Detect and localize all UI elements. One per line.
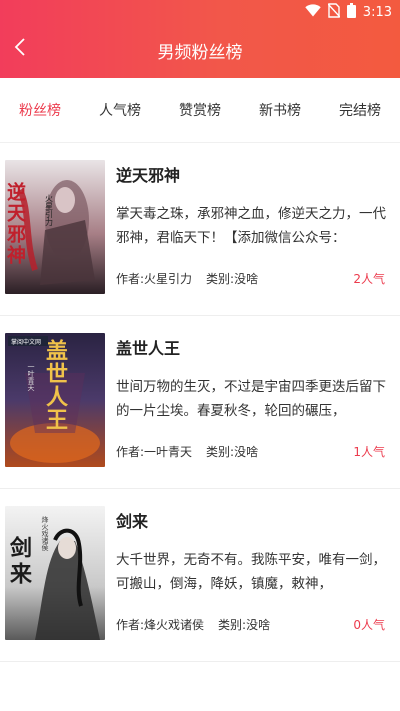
book-description: 掌天毒之珠，承邪神之血，修逆天之力，一代邪神，君临天下！【添加微信公众号：: [116, 206, 386, 246]
book-item[interactable]: 逆天邪神 火星引力 逆天邪神 掌天毒之珠，承邪神之血，修逆天之力，一代邪神，君临…: [0, 143, 400, 316]
book-title: 剑来: [116, 512, 149, 531]
book-description: 大千世界，无奇不有。我陈平安，唯有一剑，可搬山，倒海，降妖，镇魔，敕神，: [116, 552, 386, 592]
book-category: 类别:没啥: [218, 618, 271, 632]
book-author: 作者:一叶青天: [116, 445, 193, 459]
book-meta: 作者:烽火戏诸侯 类别:没啥: [116, 616, 270, 633]
nav-bar: 男频粉丝榜: [0, 24, 400, 78]
cover-author: 烽火戏诸侯: [41, 515, 49, 552]
book-cover: 剑来 烽火戏诸侯: [5, 506, 105, 640]
wifi-icon: [305, 4, 321, 20]
book-meta: 作者:火星引力 类别:没啥: [116, 270, 258, 287]
book-popularity: 2人气: [353, 272, 385, 286]
book-cover: 掌阅中文网 盖世人王 一叶青天: [5, 333, 105, 467]
book-author: 作者:烽火戏诸侯: [116, 618, 205, 632]
ranking-tabs: 粉丝榜 人气榜 赞赏榜 新书榜 完结榜: [0, 78, 400, 142]
tab-reward[interactable]: 赞赏榜: [160, 78, 240, 142]
tab-label: 赞赏榜: [179, 103, 221, 119]
page-title: 男频粉丝榜: [157, 43, 243, 63]
no-sim-icon: [327, 3, 341, 21]
tab-label: 粉丝榜: [19, 103, 61, 119]
cover-author: 火星引力: [45, 194, 54, 227]
status-bar: 3:13: [0, 0, 400, 24]
book-title: 逆天邪神: [116, 166, 181, 185]
book-popularity: 1人气: [353, 445, 385, 459]
tab-fans[interactable]: 粉丝榜: [0, 78, 80, 142]
tab-completed[interactable]: 完结榜: [320, 78, 400, 142]
battery-icon: [346, 3, 356, 21]
status-time: 3:13: [362, 4, 392, 20]
cover-publisher: 掌阅中文网: [11, 338, 41, 346]
book-item[interactable]: 剑来 烽火戏诸侯 剑来 大千世界，无奇不有。我陈平安，唯有一剑，可搬山，倒海，降…: [0, 489, 400, 662]
book-cover: 逆天邪神 火星引力: [5, 160, 105, 294]
book-meta: 作者:一叶青天 类别:没啥: [116, 443, 258, 460]
tab-label: 人气榜: [99, 103, 141, 119]
tab-popular[interactable]: 人气榜: [80, 78, 160, 142]
book-category: 类别:没啥: [206, 272, 259, 286]
book-description: 世间万物的生灭，不过是宇宙四季更迭后留下的一片尘埃。春夏秋冬，轮回的碾压，: [116, 379, 386, 419]
cover-title: 剑来: [6, 535, 33, 588]
app-header: 3:13 男频粉丝榜: [0, 0, 400, 78]
book-author: 作者:火星引力: [116, 272, 193, 286]
cover-author: 一叶青天: [27, 363, 35, 392]
book-item[interactable]: 掌阅中文网 盖世人王 一叶青天 盖世人王 世间万物的生灭，不过是宇宙四季更迭后留…: [0, 316, 400, 489]
book-title: 盖世人王: [116, 339, 181, 358]
tab-new-books[interactable]: 新书榜: [240, 78, 320, 142]
book-popularity: 0人气: [353, 618, 385, 632]
tab-label: 新书榜: [259, 103, 301, 119]
book-category: 类别:没啥: [206, 445, 259, 459]
book-list: 逆天邪神 火星引力 逆天邪神 掌天毒之珠，承邪神之血，修逆天之力，一代邪神，君临…: [0, 143, 400, 662]
cover-title: 盖世人王: [42, 338, 68, 431]
cover-title: 逆天邪神: [5, 181, 27, 266]
tab-label: 完结榜: [339, 103, 381, 119]
